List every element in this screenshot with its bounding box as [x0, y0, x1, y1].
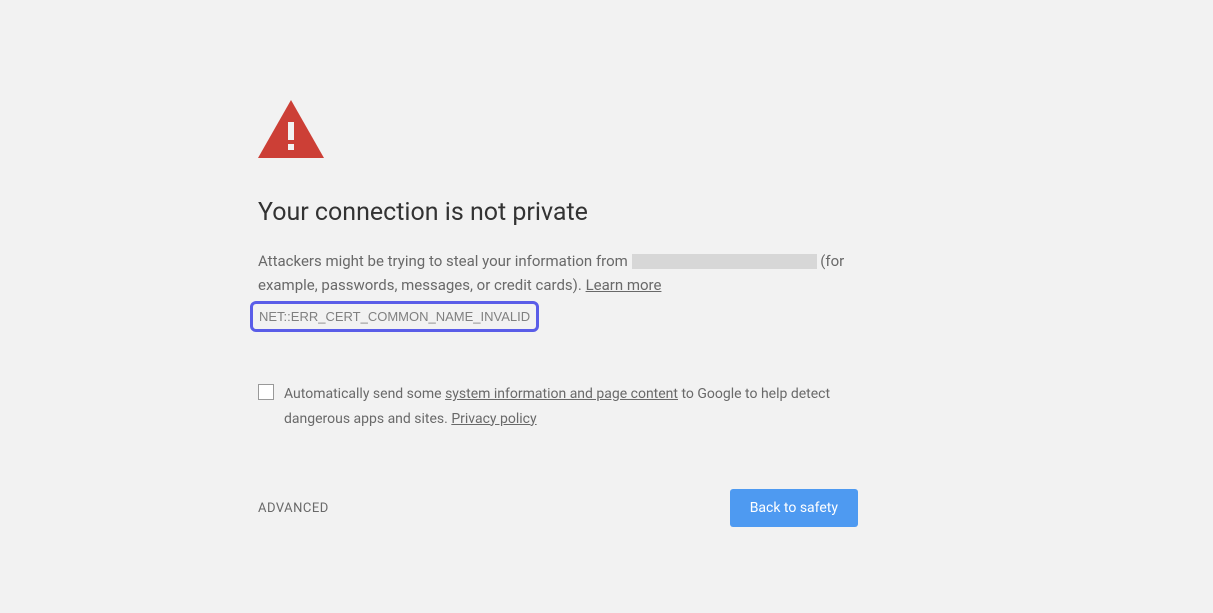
page-heading: Your connection is not private	[258, 198, 858, 227]
learn-more-link[interactable]: Learn more	[586, 276, 662, 294]
error-code-highlight: NET::ERR_CERT_COMMON_NAME_INVALID	[250, 301, 539, 332]
advanced-button[interactable]: ADVANCED	[258, 501, 329, 516]
redacted-hostname	[632, 254, 817, 269]
warning-body-text: Attackers might be trying to steal your …	[258, 249, 858, 297]
checkbox-label: Automatically send some system informati…	[284, 382, 858, 431]
ssl-error-page: Your connection is not private Attackers…	[258, 0, 858, 527]
privacy-policy-link[interactable]: Privacy policy	[451, 411, 536, 427]
reporting-checkbox-row: Automatically send some system informati…	[258, 382, 858, 431]
back-to-safety-button[interactable]: Back to safety	[730, 489, 858, 527]
checkbox-text-1: Automatically send some	[284, 386, 445, 402]
button-row: ADVANCED Back to safety	[258, 489, 858, 527]
body-prefix: Attackers might be trying to steal your …	[258, 252, 632, 270]
reporting-checkbox[interactable]	[258, 384, 274, 400]
error-code: NET::ERR_CERT_COMMON_NAME_INVALID	[259, 309, 530, 324]
system-info-link[interactable]: system information and page content	[445, 386, 678, 402]
warning-triangle-icon	[258, 100, 858, 158]
